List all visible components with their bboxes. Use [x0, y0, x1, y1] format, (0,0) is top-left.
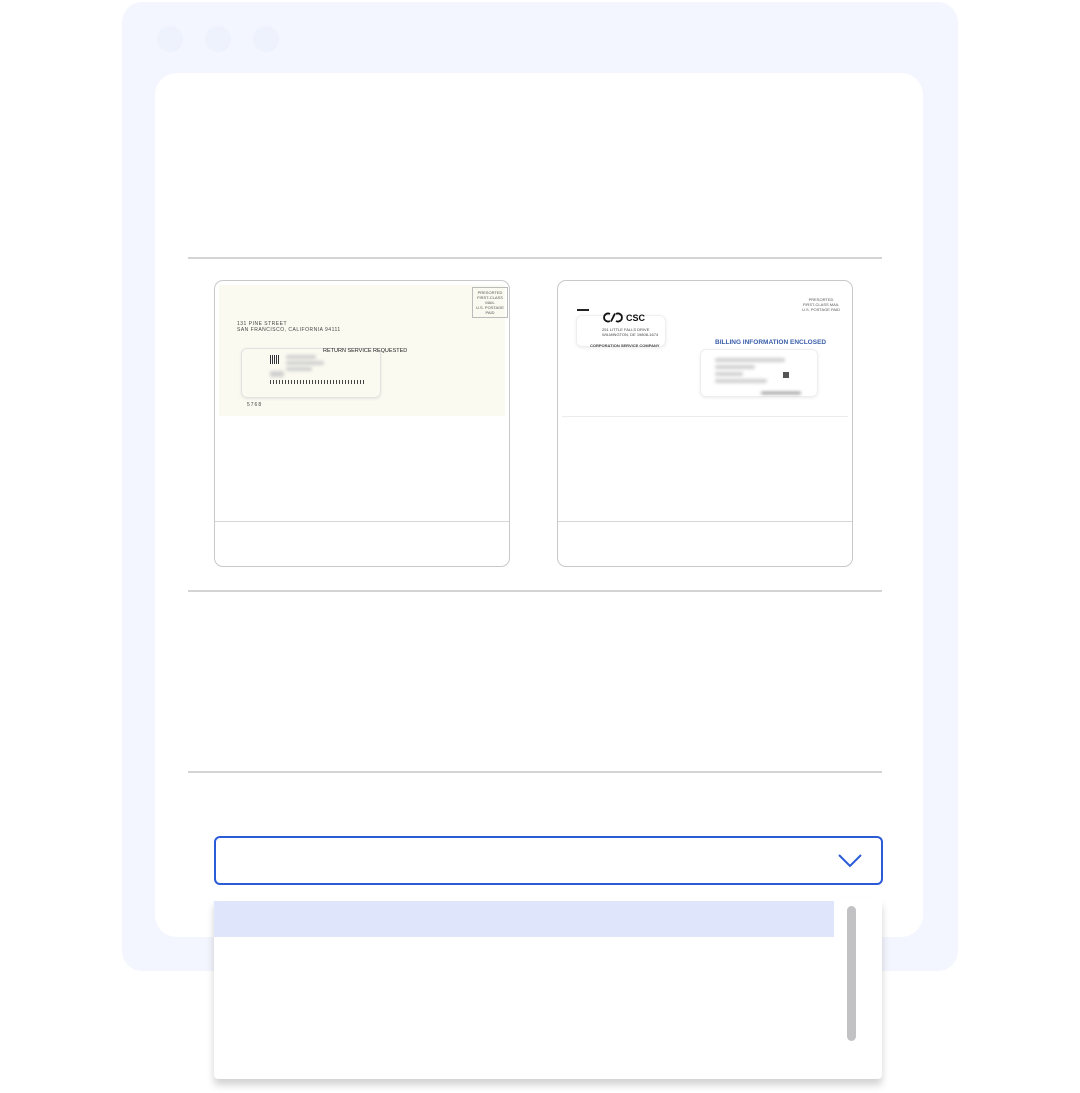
window-dot-icon [205, 26, 231, 52]
postage-indicia: PRESORTED FIRST-CLASS MAIL U.S. POSTAGE … [798, 295, 844, 314]
postage-indicia: PRESORTED FIRST-CLASS MAIL U.S. POSTAGE … [472, 287, 508, 318]
blurred-address [715, 379, 767, 383]
sender-address-line: SAN FRANCISCO, CALIFORNIA 94111 [237, 327, 341, 333]
postage-line: FIRST-CLASS MAIL [477, 295, 503, 305]
qr-code-icon [270, 355, 279, 364]
blurred-address [286, 361, 324, 365]
blurred-address [270, 371, 284, 377]
section-divider [188, 590, 882, 592]
envelope-option-card-1[interactable]: 131 PINE STREET SAN FRANCISCO, CALIFORNI… [214, 280, 510, 567]
csc-logo-icon [603, 312, 623, 323]
billing-headline: BILLING INFORMATION ENCLOSED [715, 339, 827, 346]
blurred-address [715, 372, 743, 376]
company-name-line: CORPORATION SERVICE COMPANY [590, 343, 660, 348]
barcode-icon [270, 380, 366, 384]
section-divider [188, 771, 882, 773]
dropdown-menu [214, 899, 882, 1079]
scrollbar-thumb[interactable] [847, 906, 856, 1041]
postage-line: U.S. POSTAGE PAID [801, 307, 841, 312]
mark-icon [577, 309, 589, 311]
dropdown-option[interactable] [214, 937, 834, 973]
barcode-icon [761, 392, 801, 394]
dropdown-option[interactable] [214, 901, 834, 937]
window-dot-icon [157, 26, 183, 52]
postage-line: U.S. POSTAGE PAID [476, 305, 504, 315]
dropdown-option[interactable] [214, 1009, 834, 1045]
blurred-address [286, 367, 312, 371]
window-dot-icon [253, 26, 279, 52]
envelope-image: 131 PINE STREET SAN FRANCISCO, CALIFORNI… [219, 285, 508, 416]
address-window [241, 348, 381, 398]
return-service-endorsement: RETURN SERVICE REQUESTED [323, 348, 408, 354]
dropdown-option[interactable] [214, 973, 834, 1009]
dropdown-select[interactable] [214, 836, 883, 885]
sender-address-line: WILMINGTON, DE 19808-1674 [602, 332, 659, 337]
envelope-number: 5768 [247, 402, 263, 408]
blurred-address [286, 355, 316, 359]
envelope-option-card-2[interactable]: CSC 251 LITTLE FALLS DRIVE WILMINGTON, D… [557, 280, 853, 567]
address-window [700, 349, 818, 397]
card-footer-divider [215, 521, 509, 522]
company-logo-text: CSC [626, 313, 646, 323]
blurred-address [715, 365, 755, 369]
qr-code-icon [783, 372, 789, 378]
card-footer-divider [558, 521, 852, 522]
chevron-down-icon[interactable] [837, 851, 863, 869]
section-divider [188, 257, 882, 259]
envelope-image: CSC 251 LITTLE FALLS DRIVE WILMINGTON, D… [562, 285, 848, 417]
blurred-address [715, 358, 785, 362]
